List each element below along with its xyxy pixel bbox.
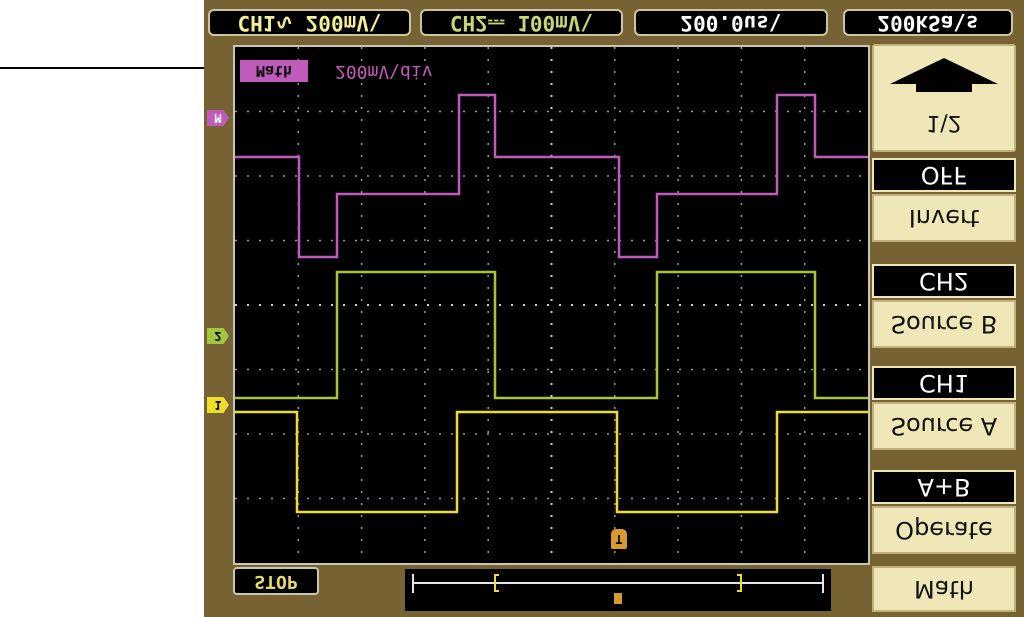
waveform-canvas <box>235 47 868 563</box>
up-arrow-icon <box>890 58 998 92</box>
operate-value[interactable]: A+B <box>872 470 1016 504</box>
timebase-text: 200.0us\ <box>680 11 782 35</box>
ch1-marker-text: 1 <box>214 398 222 412</box>
source-a-value[interactable]: CH1 <box>872 366 1016 400</box>
math-tag-text: Math <box>255 62 293 80</box>
position-bar-graphic <box>412 574 824 604</box>
waveform-display[interactable]: Math 200mV\div T <box>233 45 870 565</box>
math-scale-text: 200mV\div <box>335 61 433 82</box>
ch2-scale-text: CH2⎓ 100mV\ <box>449 11 594 35</box>
sample-rate-text: 200kSa\s <box>877 11 979 35</box>
callout-line <box>0 67 207 69</box>
trigger-marker[interactable]: T <box>611 529 627 549</box>
ch2-marker-text: 2 <box>214 329 222 343</box>
sample-rate-readout: 200kSa\s <box>843 9 1013 36</box>
scroll-up-button[interactable]: 1\2 <box>872 44 1016 152</box>
run-stop-status[interactable]: STOP <box>233 567 319 595</box>
source-b-value-text: CH2 <box>918 267 970 295</box>
invert-value[interactable]: OFF <box>872 158 1016 192</box>
horizontal-position-bar[interactable] <box>405 569 831 611</box>
source-a-value-text: CH1 <box>918 369 970 397</box>
math-scale-label: 200mV\div <box>335 60 485 82</box>
invert-button[interactable]: Invert <box>872 194 1016 242</box>
menu-page-text: 1\2 <box>926 110 962 135</box>
timebase-readout[interactable]: 200.0us\ <box>634 9 828 36</box>
math-marker-text: M <box>214 111 222 125</box>
operate-value-text: A+B <box>917 473 971 501</box>
source-b-label-text: Source B <box>890 310 998 338</box>
math-tag: Math <box>240 60 308 82</box>
ch1-trace <box>235 410 868 514</box>
source-a-label-text: Source A <box>890 412 998 440</box>
invert-value-text: OFF <box>920 161 968 189</box>
operate-button[interactable]: Operate <box>872 506 1016 554</box>
ch2-scale-readout[interactable]: CH2⎓ 100mV\ <box>420 9 623 36</box>
operate-label-text: Operate <box>895 516 993 544</box>
math-menu-title: Math <box>872 566 1016 612</box>
trigger-position-icon <box>614 593 622 604</box>
graticule-grid <box>235 47 868 563</box>
invert-label-text: Invert <box>908 204 980 232</box>
math-menu-title-text: Math <box>913 575 975 603</box>
source-a-button[interactable]: Source A <box>872 402 1016 450</box>
ch1-scale-text: CH1∿ 200mV\ <box>237 11 382 35</box>
source-b-button[interactable]: Source B <box>872 300 1016 348</box>
trigger-marker-text: T <box>615 532 623 546</box>
ch1-scale-readout[interactable]: CH1∿ 200mV\ <box>208 9 411 36</box>
source-b-value[interactable]: CH2 <box>872 264 1016 298</box>
run-stop-text: STOP <box>254 571 298 592</box>
menu-page-indicator: 1\2 <box>874 110 1014 135</box>
